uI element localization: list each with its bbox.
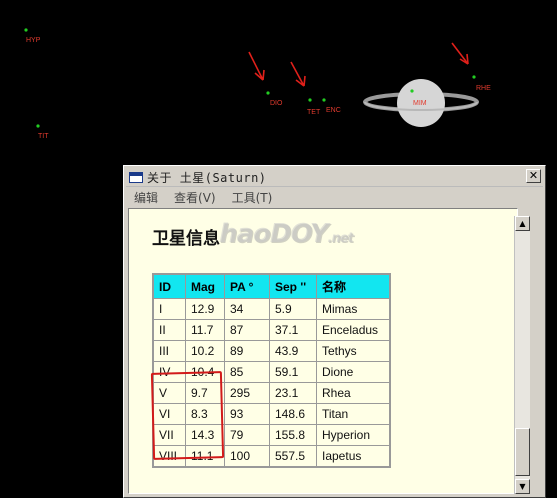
cell-mag: 12.9 — [185, 298, 225, 320]
column-header-sep: Sep '' — [269, 273, 317, 299]
window-title: 关于 土星(Saturn) — [147, 170, 267, 185]
cell-name: Rhea — [316, 382, 391, 404]
saturn-info-window: 关于 土星(Saturn) ✕ 编辑 查看(V) 工具(T) 卫星信息 haoD… — [123, 165, 546, 498]
menu-tools[interactable]: 工具(T) — [232, 189, 273, 206]
cell-pa: 100 — [224, 445, 270, 468]
cell-pa: 295 — [224, 382, 270, 404]
moon-label-tet: TET — [307, 109, 321, 116]
menu-view[interactable]: 查看(V) — [174, 189, 216, 206]
table-row: I 12.9 34 5.9 Mimas — [152, 298, 391, 320]
table-header-row: ID Mag PA ° Sep '' 名称 — [152, 273, 391, 299]
cell-sep: 23.1 — [269, 382, 317, 404]
moon-dot-mim[interactable] — [410, 89, 414, 93]
cell-pa: 34 — [224, 298, 270, 320]
moon-dot-dio[interactable] — [266, 91, 270, 95]
window-titlebar[interactable]: 关于 土星(Saturn) ✕ — [126, 168, 543, 187]
cell-id: II — [152, 319, 186, 341]
table-row: II 11.7 87 37.1 Enceladus — [152, 319, 391, 341]
moon-label-mim: MIM — [413, 100, 427, 107]
column-header-id: ID — [152, 273, 186, 299]
moon-dot-enc[interactable] — [322, 98, 326, 102]
cell-sep: 37.1 — [269, 319, 317, 341]
cell-name: Tethys — [316, 340, 391, 362]
cell-pa: 87 — [224, 319, 270, 341]
cell-sep: 5.9 — [269, 298, 317, 320]
annotation-arrow-dio — [248, 51, 265, 81]
cell-pa: 93 — [224, 403, 270, 425]
moon-dot-tit[interactable] — [36, 124, 40, 128]
vertical-scrollbar[interactable]: ▲ ▼ — [514, 216, 530, 494]
window-app-icon — [129, 171, 143, 183]
cell-name: Hyperion — [316, 424, 391, 446]
cell-name: Enceladus — [316, 319, 391, 341]
cell-id: III — [152, 340, 186, 362]
watermark-suffix: .net — [327, 231, 354, 246]
moon-label-rhe: RHE — [476, 85, 491, 92]
cell-mag: 11.7 — [185, 319, 225, 341]
column-header-name: 名称 — [316, 273, 391, 299]
moon-label-tit: TIT — [38, 133, 49, 140]
cell-sep: 155.8 — [269, 424, 317, 446]
menu-bar: 编辑 查看(V) 工具(T) — [128, 188, 541, 206]
moon-dot-rhe[interactable] — [472, 75, 476, 79]
cell-sep: 43.9 — [269, 340, 317, 362]
cell-mag: 10.2 — [185, 340, 225, 362]
cell-name: Titan — [316, 403, 391, 425]
cell-pa: 89 — [224, 340, 270, 362]
table-row: III 10.2 89 43.9 Tethys — [152, 340, 391, 362]
column-header-pa: PA ° — [224, 273, 270, 299]
red-highlight-annotation — [150, 371, 225, 460]
cell-sep: 148.6 — [269, 403, 317, 425]
cell-sep: 557.5 — [269, 445, 317, 468]
section-heading: 卫星信息 — [152, 229, 220, 249]
column-header-mag: Mag — [185, 273, 225, 299]
scroll-thumb[interactable] — [515, 428, 530, 476]
watermark-logo: haoDOY.net — [219, 219, 354, 249]
satellite-info-panel: 卫星信息 haoDOY.net ID Mag PA ° Sep '' 名称 I1… — [128, 208, 518, 494]
cell-id: I — [152, 298, 186, 320]
scroll-up-button[interactable]: ▲ — [515, 216, 530, 231]
menu-edit[interactable]: 编辑 — [134, 189, 158, 206]
cell-pa: 79 — [224, 424, 270, 446]
cell-sep: 59.1 — [269, 361, 317, 383]
moon-dot-tet[interactable] — [308, 98, 312, 102]
cell-name: Mimas — [316, 298, 391, 320]
annotation-arrow-tet — [290, 61, 306, 87]
moon-label-enc: ENC — [326, 107, 341, 114]
cell-name: Iapetus — [316, 445, 391, 468]
scroll-down-button[interactable]: ▼ — [515, 479, 530, 494]
cell-name: Dione — [316, 361, 391, 383]
cell-pa: 85 — [224, 361, 270, 383]
moon-label-hyp: HYP — [26, 37, 41, 44]
close-button[interactable]: ✕ — [526, 169, 541, 183]
annotation-arrow-rhe — [451, 42, 469, 65]
moon-dot-hyp[interactable] — [24, 28, 28, 32]
moon-label-dio: DIO — [270, 100, 283, 107]
watermark-main: haoDOY — [219, 219, 329, 249]
